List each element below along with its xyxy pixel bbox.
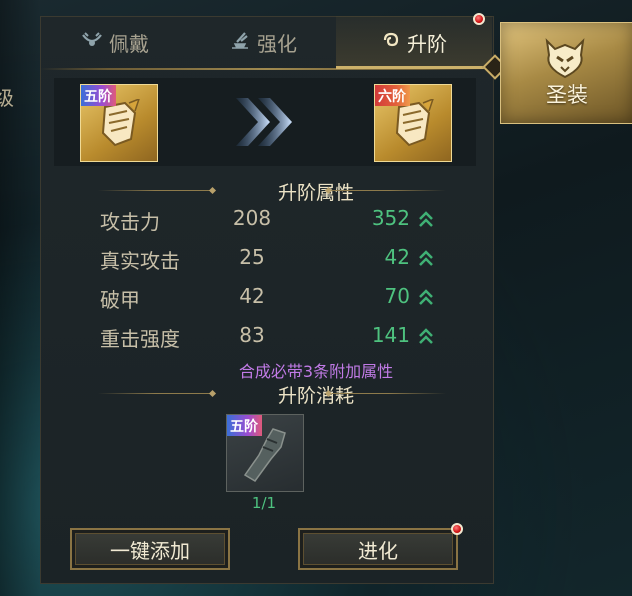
attribute-row: 破甲 42 70 — [0, 284, 632, 314]
tab-ascend-label: 升阶 — [407, 31, 447, 56]
tab-notification-dot — [473, 13, 485, 25]
attribute-new-value: 42 — [384, 245, 410, 269]
attribute-new-value: 352 — [371, 206, 410, 230]
tab-active-indicator — [336, 66, 492, 69]
upgrade-arrow-icon — [228, 86, 300, 158]
attribute-name: 破甲 — [100, 288, 140, 312]
evolve-notification-dot — [451, 523, 463, 535]
cost-title: 升阶消耗 — [277, 385, 354, 407]
gauntlet-icon — [389, 97, 437, 149]
attributes-title: 升阶属性 — [277, 182, 354, 204]
cost-tier-badge: 五阶 — [227, 415, 262, 436]
attribute-row: 攻击力 208 352 — [0, 206, 632, 236]
attribute-old-value: 208 — [232, 206, 272, 230]
evolve-label: 进化 — [358, 538, 398, 563]
increase-arrow-icon — [419, 250, 433, 266]
next-tier-badge: 六阶 — [375, 85, 410, 106]
title-divider-right — [332, 393, 446, 394]
increase-arrow-icon — [419, 289, 433, 305]
left-edge-label: 级 — [0, 86, 14, 110]
helmet-emblem-icon — [541, 37, 589, 81]
gauntlet-icon — [95, 97, 143, 149]
attribute-new-value: 70 — [384, 284, 410, 308]
attribute-row: 真实攻击 25 42 — [0, 245, 632, 275]
side-tab-holy-gear[interactable]: 圣装 — [500, 22, 632, 124]
increase-arrow-icon — [419, 211, 433, 227]
increase-arrow-icon — [419, 328, 433, 344]
current-item-slot[interactable]: 五阶 — [80, 84, 158, 162]
cost-count: 1/1 — [251, 494, 277, 512]
attribute-old-value: 83 — [239, 323, 265, 347]
tab-bar: 佩戴 强化 升阶 — [40, 16, 492, 70]
tab-enhance-label: 强化 — [257, 31, 297, 56]
tab-wear[interactable]: 佩戴 — [40, 16, 190, 68]
attribute-name: 攻击力 — [100, 210, 160, 234]
evolve-button[interactable]: 进化 — [298, 528, 458, 570]
attribute-row: 重击强度 83 141 — [0, 323, 632, 353]
attribute-new-value: 141 — [371, 323, 410, 347]
necklace-icon — [81, 31, 103, 54]
title-divider-right — [332, 190, 446, 191]
swirl-icon — [381, 31, 401, 54]
cost-item-slot[interactable]: 五阶 — [226, 414, 304, 492]
attribute-old-value: 25 — [239, 245, 265, 269]
tab-ascend[interactable]: 升阶 — [336, 16, 492, 68]
next-item-slot[interactable]: 六阶 — [374, 84, 452, 162]
tab-enhance[interactable]: 强化 — [190, 16, 336, 68]
forge-icon — [229, 30, 251, 55]
synthesis-note: 合成必带3条附加属性 — [238, 362, 394, 381]
current-tier-badge: 五阶 — [81, 85, 116, 106]
side-tab-label: 圣装 — [546, 83, 588, 107]
attribute-name: 真实攻击 — [100, 249, 180, 273]
attribute-name: 重击强度 — [100, 327, 180, 351]
tab-wear-label: 佩戴 — [109, 31, 149, 56]
attribute-old-value: 42 — [239, 284, 265, 308]
auto-add-button[interactable]: 一键添加 — [70, 528, 230, 570]
auto-add-label: 一键添加 — [110, 538, 190, 563]
